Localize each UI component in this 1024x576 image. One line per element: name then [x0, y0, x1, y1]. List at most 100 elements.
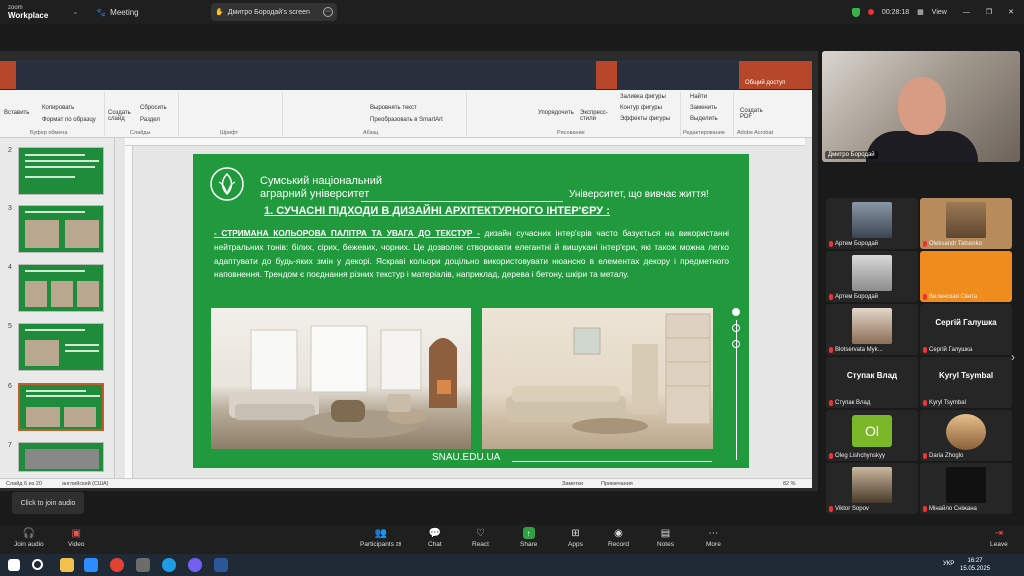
quick-styles-button[interactable]: Экспресс-стили	[580, 110, 610, 122]
comments-button[interactable]: Примечания	[601, 481, 633, 487]
arrange-button[interactable]: Упорядочить	[538, 110, 574, 116]
more-button[interactable]: ⋯ More	[706, 527, 721, 549]
share-button[interactable]: ↑ Share	[520, 527, 537, 548]
mic-muted-icon	[829, 294, 833, 300]
react-button[interactable]: ♡ React	[472, 527, 489, 549]
slide-thumbnail[interactable]	[18, 205, 104, 253]
record-icon: ◉	[614, 527, 623, 539]
slogan: Університет, що вивчає життя!	[569, 189, 709, 200]
find-button[interactable]: Найти	[690, 94, 707, 100]
ribbon-divider	[733, 92, 734, 136]
apps-button[interactable]: ⊞ Apps	[568, 527, 583, 549]
redacted-area	[16, 60, 596, 90]
participant-tile[interactable]: Oleksandr Tatsenko	[920, 198, 1012, 249]
new-slide-button[interactable]: Создать слайд	[108, 110, 134, 122]
join-audio-button[interactable]: 🎧 Join audio	[14, 527, 44, 549]
more-icon[interactable]: ⋯	[323, 7, 333, 17]
section-button[interactable]: Раздел	[140, 117, 160, 123]
search-icon[interactable]	[32, 559, 43, 570]
video-button[interactable]: ▣ Video	[68, 527, 85, 549]
clock-date: 15.05.2025	[960, 566, 991, 572]
input-language[interactable]: УКР	[943, 561, 954, 567]
view-button[interactable]: View	[932, 9, 947, 16]
copy-button[interactable]: Копировать	[42, 105, 74, 111]
leave-button[interactable]: ⇥ Leave	[990, 527, 1008, 549]
shape-outline-button[interactable]: Контур фигуры	[620, 105, 662, 111]
smartart-button[interactable]: Преобразовать в SmartArt	[370, 117, 443, 123]
select-button[interactable]: Выделить	[690, 116, 718, 122]
chat-button[interactable]: 💬 Chat	[428, 527, 442, 549]
participant-tile[interactable]: Виленская Света	[920, 251, 1012, 302]
shape-effects-button[interactable]: Эффекты фигуры	[620, 116, 670, 122]
language-status[interactable]: английский (США)	[62, 481, 109, 487]
notes-button[interactable]: Заметки	[562, 481, 583, 487]
ribbon-divider	[680, 92, 681, 136]
create-pdf-button[interactable]: Создать PDF	[740, 108, 770, 120]
slide-thumbnail[interactable]	[18, 264, 104, 312]
slide-thumbnail[interactable]	[18, 147, 104, 195]
slide-thumbnail-selected[interactable]	[18, 383, 104, 431]
top-bar: zoom Workplace ⌄ 🐾 Meeting ✋ Дмитро Боро…	[0, 0, 1024, 24]
group-editing: Редактирование	[683, 130, 725, 136]
shape-fill-button[interactable]: Заливка фигуры	[620, 94, 666, 100]
calculator-icon[interactable]	[136, 558, 150, 572]
shield-icon[interactable]	[851, 7, 860, 17]
slide-thumbnail[interactable]	[18, 442, 104, 472]
meeting-timer: 00:28:18	[881, 8, 910, 16]
participant-tile[interactable]: Blotservata Myk...	[826, 304, 918, 355]
participant-tile[interactable]: Артем Бородай	[826, 198, 918, 249]
participant-tile[interactable]: Сергій Галушка Сергій Галушка	[920, 304, 1012, 355]
speaker-body	[866, 131, 978, 162]
close-icon[interactable]: ✕	[1008, 8, 1014, 16]
align-text-button[interactable]: Выровнять текст	[370, 105, 417, 111]
grid-icon[interactable]: ▦	[917, 8, 924, 16]
chevron-down-icon[interactable]: ⌄	[72, 8, 78, 16]
record-button[interactable]: ◉ Record	[608, 527, 629, 549]
ribbon-divider	[466, 92, 467, 136]
share-label: Дмитро Бородай's screen	[227, 8, 310, 16]
participant-tile[interactable]: Viktor Sopov	[826, 463, 918, 514]
speaker-face	[898, 77, 946, 135]
mic-muted-icon	[923, 400, 927, 406]
participant-tile[interactable]: Артем Бородай	[826, 251, 918, 302]
meeting-toolbar: 🎧 Join audio ▣ Video 👥 Participants 28 💬 Cha…	[0, 525, 1024, 554]
participant-tile[interactable]: Ol Oleg Lishchynskyy	[826, 410, 918, 461]
group-drawing: Рисование	[557, 130, 585, 136]
slide-thumbnail[interactable]	[18, 323, 104, 371]
zoom-level[interactable]: 82 %	[783, 481, 796, 487]
notes-button[interactable]: ▤ Notes	[657, 527, 674, 549]
more-icon: ⋯	[708, 527, 719, 539]
mic-muted-icon	[829, 506, 833, 512]
participants-button[interactable]: 👥 Participants 28	[360, 527, 402, 549]
leave-icon: ⇥	[994, 527, 1004, 539]
participant-name: Blotservata Myk...	[829, 347, 883, 353]
taskbar-clock[interactable]: 16:27 15.05.2025	[960, 557, 990, 573]
file-explorer-icon[interactable]	[60, 558, 74, 572]
thumb-number: 5	[8, 323, 12, 330]
minimize-icon[interactable]: —	[963, 9, 970, 16]
reset-button[interactable]: Сбросить	[140, 105, 167, 111]
next-page-arrow-icon[interactable]: ›	[1011, 350, 1015, 364]
format-painter-button[interactable]: Формат по образцу	[42, 117, 96, 123]
word-icon[interactable]	[214, 558, 228, 572]
participant-tile[interactable]: Kyryl Tsymbal Kyryl Tsymbal	[920, 357, 1012, 408]
chrome-icon[interactable]	[110, 558, 124, 572]
participant-tile[interactable]: Daria Zhoglo	[920, 410, 1012, 461]
paste-button[interactable]: Вставить	[4, 110, 29, 116]
screen-share-pill[interactable]: ✋ Дмитро Бородай's screen ⋯	[211, 3, 337, 21]
zoom-app-icon[interactable]	[84, 558, 98, 572]
participant-tile[interactable]: Ступак Влад Ступак Влад	[826, 357, 918, 408]
share-access-button[interactable]: Общий доступ	[745, 80, 785, 86]
viber-icon[interactable]	[188, 558, 202, 572]
mic-muted-icon	[829, 400, 833, 406]
edge-icon[interactable]	[162, 558, 176, 572]
speaker-video[interactable]: Дмитро Бородай	[822, 51, 1020, 162]
meeting-menu[interactable]: 🐾 Meeting	[96, 8, 138, 17]
participant-tile[interactable]: Мінайло Сніжана	[920, 463, 1012, 514]
restore-icon[interactable]: ❐	[986, 8, 992, 16]
participants-count: 28	[395, 542, 402, 548]
replace-button[interactable]: Заменить	[690, 105, 717, 111]
windows-start-icon[interactable]	[8, 559, 20, 571]
participant-name: Артем Бородай	[829, 241, 878, 247]
participant-name-large: Сергій Галушка	[935, 318, 997, 327]
